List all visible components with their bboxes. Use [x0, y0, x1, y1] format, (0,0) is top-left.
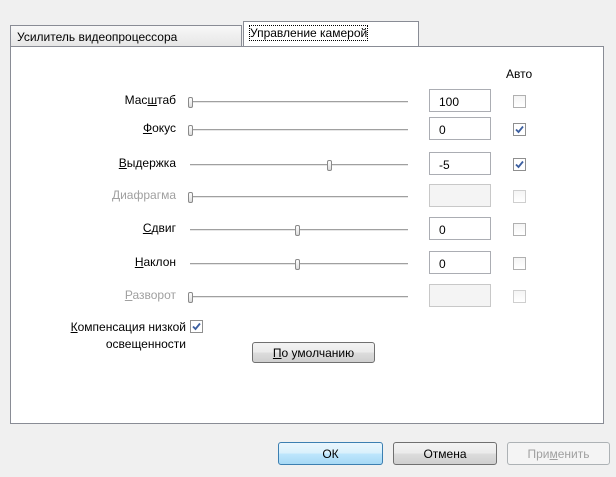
roll-value-field	[429, 284, 491, 307]
zoom-auto-checkbox[interactable]	[513, 95, 526, 108]
auto-column-header: Авто	[506, 67, 533, 81]
tab-label: Управление камерой	[248, 25, 369, 41]
focus-value-field[interactable]: 0	[429, 117, 491, 140]
roll-auto-checkbox	[513, 290, 526, 303]
iris-slider	[190, 196, 408, 199]
apply-button[interactable]: Применить	[507, 442, 610, 465]
pan-slider-thumb[interactable]	[295, 225, 300, 236]
tilt-label: Наклон	[134, 255, 176, 269]
roll-slider-thumb	[188, 292, 193, 303]
tilt-value-field[interactable]: 0	[429, 251, 491, 274]
cancel-button[interactable]: Отмена	[393, 442, 497, 465]
iris-auto-checkbox	[513, 190, 526, 203]
focus-label: Фокус	[142, 121, 176, 135]
focus-auto-checkbox[interactable]	[513, 123, 526, 136]
roll-slider	[190, 296, 408, 299]
ok-button[interactable]: ОК	[278, 442, 383, 465]
pan-label: Сдвиг	[142, 221, 176, 235]
tab-video-proc-amp[interactable]: Усилитель видеопроцессора	[10, 25, 242, 46]
iris-value-field	[429, 184, 491, 207]
focus-slider-thumb[interactable]	[188, 125, 193, 136]
zoom-label: Масштаб	[124, 93, 176, 107]
exposure-auto-checkbox[interactable]	[513, 158, 526, 171]
pan-auto-checkbox[interactable]	[513, 223, 526, 236]
checkmark-icon	[515, 125, 524, 134]
checkmark-icon	[515, 160, 524, 169]
tab-camera-control[interactable]: Управление камерой	[243, 21, 419, 46]
tab-label: Усилитель видеопроцессора	[17, 30, 178, 44]
exposure-slider[interactable]	[190, 164, 408, 167]
low-light-label: Компенсация низкой освещенности	[70, 320, 186, 351]
zoom-slider[interactable]	[190, 101, 408, 104]
exposure-slider-thumb[interactable]	[327, 160, 332, 171]
low-light-checkbox[interactable]	[190, 320, 203, 333]
tilt-slider-thumb[interactable]	[295, 259, 300, 270]
zoom-slider-thumb[interactable]	[188, 97, 193, 108]
pan-value-field[interactable]: 0	[429, 217, 491, 240]
defaults-button[interactable]: По умолчанию	[252, 342, 375, 363]
roll-label: Разворот	[124, 288, 176, 302]
zoom-value-field[interactable]: 100	[429, 89, 491, 112]
exposure-value-field[interactable]: -5	[429, 152, 491, 175]
iris-label: Диафрагма	[111, 188, 176, 202]
focus-slider[interactable]	[190, 129, 408, 132]
iris-slider-thumb	[188, 192, 193, 203]
exposure-label: Выдержка	[118, 156, 176, 170]
tilt-auto-checkbox[interactable]	[513, 257, 526, 270]
